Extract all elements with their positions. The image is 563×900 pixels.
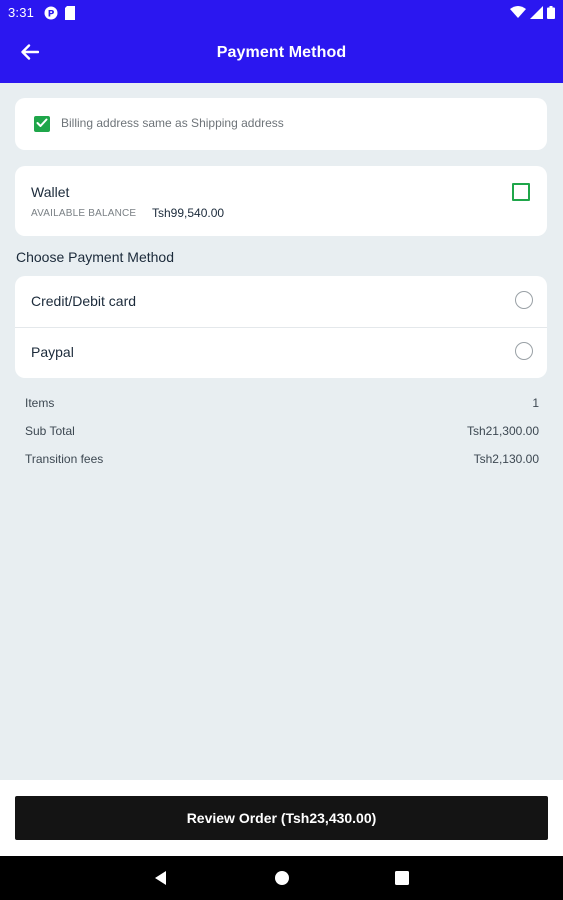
review-order-button[interactable]: Review Order (Tsh23,430.00) (15, 796, 548, 840)
summary-row-transition-fees: Transition fees Tsh2,130.00 (25, 452, 539, 470)
signal-icon (530, 6, 543, 24)
payment-option-paypal[interactable]: Paypal (15, 327, 547, 378)
app-bar: Payment Method (0, 26, 563, 83)
radio-button-credit-debit-card[interactable] (515, 291, 533, 309)
billing-same-label: Billing address same as Shipping address (61, 116, 284, 130)
sd-card-icon (64, 6, 76, 25)
svg-text:P: P (48, 10, 55, 20)
wallet-card: Wallet AVAILABLE BALANCE Tsh99,540.00 (15, 166, 547, 236)
battery-icon (547, 6, 555, 24)
summary-label: Sub Total (25, 424, 75, 438)
status-bar: 3:31 P (0, 0, 563, 26)
status-time: 3:31 (8, 5, 35, 20)
summary-row-items: Items 1 (25, 396, 539, 414)
payment-option-label: Credit/Debit card (31, 293, 137, 309)
status-left-icons: P (44, 6, 76, 25)
summary-value: 1 (532, 396, 539, 410)
billing-same-checkbox[interactable] (34, 116, 50, 132)
summary-value: Tsh21,300.00 (466, 424, 539, 438)
payment-methods-card: Credit/Debit card Paypal (15, 276, 547, 378)
home-circle-icon[interactable] (272, 868, 292, 888)
payment-option-label: Paypal (31, 344, 74, 360)
billing-address-card: Billing address same as Shipping address (15, 98, 547, 150)
summary-label: Items (25, 396, 55, 410)
p-badge-icon: P (44, 6, 58, 25)
radio-button-paypal[interactable] (515, 342, 533, 360)
wallet-title: Wallet (31, 184, 70, 200)
back-triangle-icon[interactable] (152, 868, 172, 888)
wallet-balance-label: AVAILABLE BALANCE (31, 208, 137, 219)
status-right-icons (510, 6, 555, 24)
summary-row-sub-total: Sub Total Tsh21,300.00 (25, 424, 539, 442)
payment-method-heading: Choose Payment Method (16, 249, 174, 265)
recents-square-icon[interactable] (392, 868, 412, 888)
wallet-balance-value: Tsh99,540.00 (152, 206, 225, 220)
wifi-icon (510, 6, 526, 24)
checkmark-icon (36, 115, 48, 133)
page-title: Payment Method (216, 44, 347, 61)
bottom-action-area: Review Order (Tsh23,430.00) (0, 780, 563, 856)
summary-label: Transition fees (25, 452, 104, 466)
payment-option-credit-debit-card[interactable]: Credit/Debit card (15, 276, 547, 328)
system-nav-bar (0, 856, 563, 900)
summary-value: Tsh2,130.00 (473, 452, 539, 466)
wallet-checkbox[interactable] (512, 183, 530, 201)
